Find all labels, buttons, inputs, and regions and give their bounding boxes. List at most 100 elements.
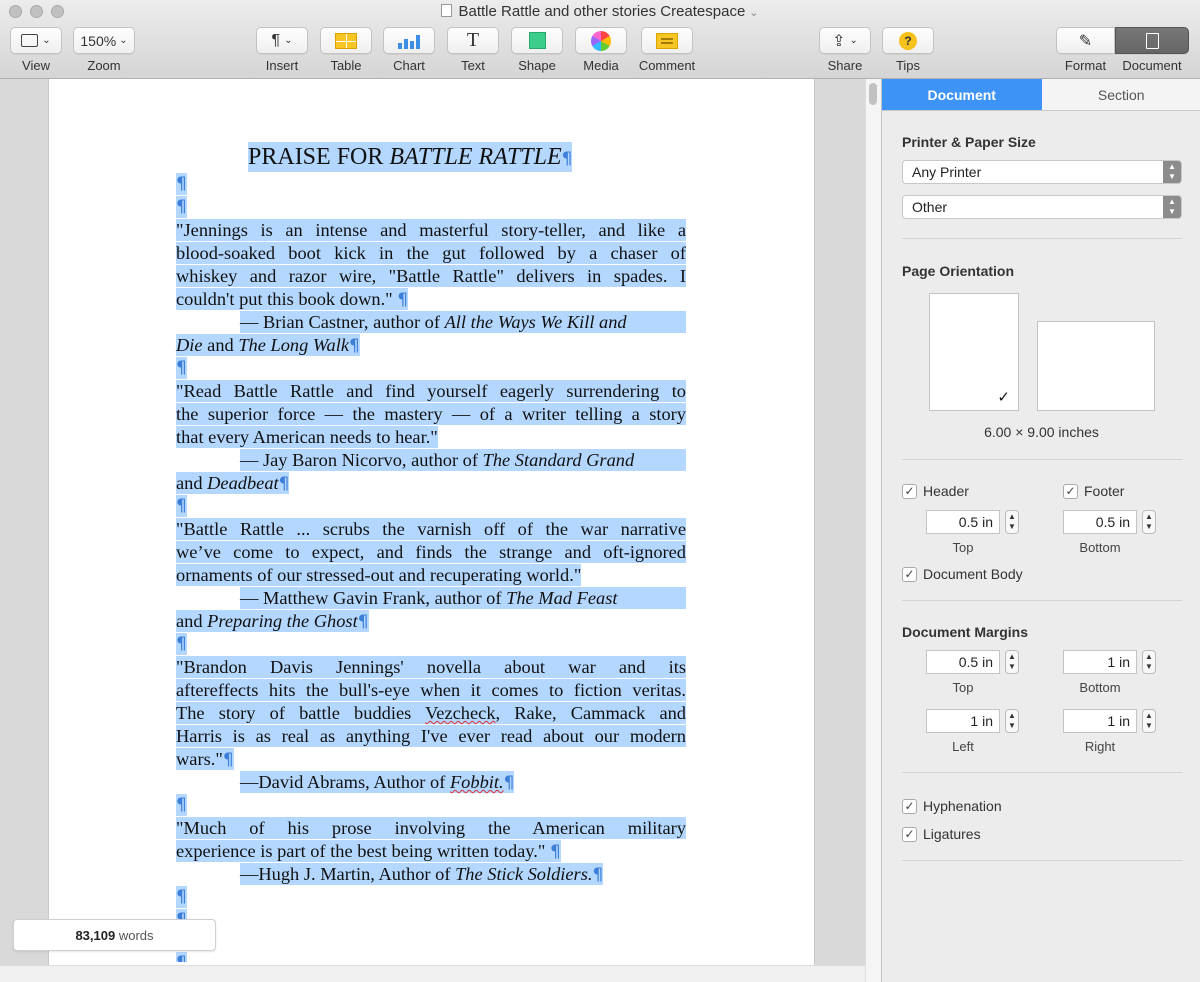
- comment-icon: [656, 32, 678, 49]
- margin-right-label: Right: [1084, 739, 1116, 754]
- document-inspector-button[interactable]: Document: [1115, 27, 1189, 73]
- quote-line: "Read Battle Rattle and find yourself ea…: [176, 380, 686, 402]
- empty-paragraph: ¶: [176, 495, 187, 517]
- footer-bottom-field[interactable]: 0.5 in: [1063, 510, 1137, 534]
- margin-left-label: Left: [952, 739, 974, 754]
- media-button[interactable]: Media: [575, 27, 627, 73]
- chart-button[interactable]: Chart: [383, 27, 435, 73]
- text-icon: T: [466, 29, 480, 51]
- quote-line: blood-soaked boot kick in the gut follow…: [176, 242, 686, 264]
- attribution: and Deadbeat¶: [176, 472, 290, 494]
- quote-line: whiskey and razor wire, "Battle Rattle" …: [176, 265, 686, 287]
- checkbox-checked-icon: ✓: [902, 483, 917, 499]
- margin-left-field[interactable]: 1 in: [926, 709, 1000, 733]
- empty-paragraph: ¶: [176, 196, 187, 218]
- chevron-down-icon: ⌄: [284, 35, 293, 46]
- margin-left-stepper[interactable]: ▲ ▼: [1005, 709, 1019, 733]
- attribution: — Brian Castner, author of All the Ways …: [240, 311, 686, 333]
- pilcrow-icon: ¶: [271, 31, 281, 49]
- empty-paragraph: ¶: [176, 886, 187, 908]
- quote-line: Harris is as real as anything I've ever …: [176, 725, 686, 747]
- footer-stepper[interactable]: ▲ ▼: [1142, 510, 1156, 534]
- divider: [902, 860, 1182, 861]
- divider: [902, 459, 1182, 460]
- divider: [902, 772, 1182, 773]
- vertical-scrollbar[interactable]: [865, 79, 881, 982]
- text-button[interactable]: T Text: [447, 27, 499, 73]
- ligatures-checkbox[interactable]: ✓ Ligatures: [902, 826, 981, 842]
- margin-bottom-label: Bottom: [1079, 680, 1121, 695]
- margin-bottom-field[interactable]: 1 in: [1063, 650, 1137, 674]
- shape-button[interactable]: Shape: [511, 27, 563, 73]
- printer-paper-heading: Printer & Paper Size: [902, 134, 1036, 150]
- photos-icon: [591, 30, 611, 51]
- margin-top-field[interactable]: 0.5 in: [926, 650, 1000, 674]
- paper-size-label: 6.00 × 9.00 inches: [984, 424, 1099, 440]
- header-top-label: Top: [952, 540, 974, 555]
- share-button[interactable]: ⇪ ⌄ Share: [819, 27, 871, 73]
- margin-top-stepper[interactable]: ▲ ▼: [1005, 650, 1019, 674]
- checkbox-checked-icon: ✓: [902, 566, 917, 582]
- quote-line: The story of battle buddies Vezcheck, Ra…: [176, 702, 686, 724]
- table-button[interactable]: Table: [320, 27, 372, 73]
- zoom-menu[interactable]: 150% ⌄ Zoom: [73, 27, 135, 73]
- quote-line: couldn't put this book down." ¶: [176, 288, 409, 310]
- empty-paragraph: ¶: [176, 952, 187, 962]
- quote-line: "Jennings is an intense and masterful st…: [176, 219, 686, 241]
- tab-section[interactable]: Section: [1041, 79, 1200, 110]
- format-button[interactable]: ✎ Format: [1056, 27, 1115, 73]
- tips-button[interactable]: ? Tips: [882, 27, 934, 73]
- table-icon: [335, 32, 357, 49]
- empty-paragraph: ¶: [176, 173, 187, 195]
- attribution: —David Abrams, Author of Fobbit.¶: [240, 771, 515, 793]
- comment-button[interactable]: Comment: [636, 27, 698, 73]
- landscape-orientation-option[interactable]: [1037, 321, 1155, 411]
- document-icon: [1145, 32, 1159, 49]
- sidebar-icon: [21, 34, 39, 47]
- quote-line: wars."¶: [176, 748, 234, 770]
- scrollbar-thumb[interactable]: [869, 83, 877, 105]
- quote-line: the superior force — the mastery — of a …: [176, 403, 686, 425]
- tab-document[interactable]: Document: [882, 79, 1042, 110]
- footer-checkbox[interactable]: ✓ Footer: [1063, 483, 1124, 499]
- header-stepper[interactable]: ▲ ▼: [1005, 510, 1019, 534]
- window-title[interactable]: Battle Rattle and other stories Createsp…: [0, 3, 1200, 22]
- margin-right-field[interactable]: 1 in: [1063, 709, 1137, 733]
- help-icon: ?: [899, 31, 917, 50]
- quote-line: "Brandon Davis Jennings' novella about w…: [176, 656, 686, 678]
- empty-paragraph: ¶: [176, 357, 187, 379]
- margin-bottom-stepper[interactable]: ▲ ▼: [1142, 650, 1156, 674]
- shape-icon: [528, 32, 546, 49]
- printer-popup[interactable]: Any Printer ▲ ▼: [902, 160, 1182, 184]
- hyphenation-checkbox[interactable]: ✓ Hyphenation: [902, 798, 1002, 814]
- empty-paragraph: ¶: [176, 633, 187, 655]
- attribution: —Hugh J. Martin, Author of The Stick Sol…: [240, 863, 604, 885]
- up-down-chevron-icon: ▲ ▼: [1163, 196, 1181, 218]
- attribution: and Preparing the Ghost¶: [176, 610, 369, 632]
- quote-line: ornaments of our stressed-out and recupe…: [176, 564, 582, 586]
- checkbox-checked-icon: ✓: [902, 798, 917, 814]
- attribution: Die and The Long Walk¶: [176, 334, 360, 356]
- insert-button[interactable]: ¶ ⌄ Insert: [256, 27, 308, 73]
- quote-line: "Battle Rattle ... scrubs the varnish of…: [176, 518, 686, 540]
- quote-line: we’ve come to expect, and finds the stra…: [176, 541, 686, 563]
- checkmark-icon: ✓: [997, 389, 1010, 406]
- quote-line: experience is part of the best being wri…: [176, 840, 561, 862]
- portrait-orientation-option[interactable]: ✓: [929, 293, 1019, 411]
- margin-right-stepper[interactable]: ▲ ▼: [1142, 709, 1156, 733]
- checkbox-checked-icon: ✓: [1063, 483, 1078, 499]
- paper-size-popup[interactable]: Other ▲ ▼: [902, 195, 1182, 219]
- word-count[interactable]: 83,109 words: [13, 919, 216, 951]
- page-orientation-heading: Page Orientation: [902, 263, 1015, 279]
- document-inspector: Document Section Printer & Paper Size An…: [881, 79, 1200, 982]
- page-title: PRAISE FOR BATTLE RATTLE¶: [248, 142, 573, 172]
- divider: [902, 238, 1182, 239]
- header-checkbox[interactable]: ✓ Header: [902, 483, 969, 499]
- quote-line: "Much of his prose involving the America…: [176, 817, 686, 839]
- horizontal-scrollbar[interactable]: [0, 965, 865, 982]
- header-top-field[interactable]: 0.5 in: [926, 510, 1000, 534]
- chevron-down-icon: ⌄: [849, 35, 858, 46]
- document-body-checkbox[interactable]: ✓ Document Body: [902, 566, 1023, 582]
- share-icon: ⇪: [832, 32, 846, 50]
- view-button[interactable]: ⌄ View: [10, 27, 62, 73]
